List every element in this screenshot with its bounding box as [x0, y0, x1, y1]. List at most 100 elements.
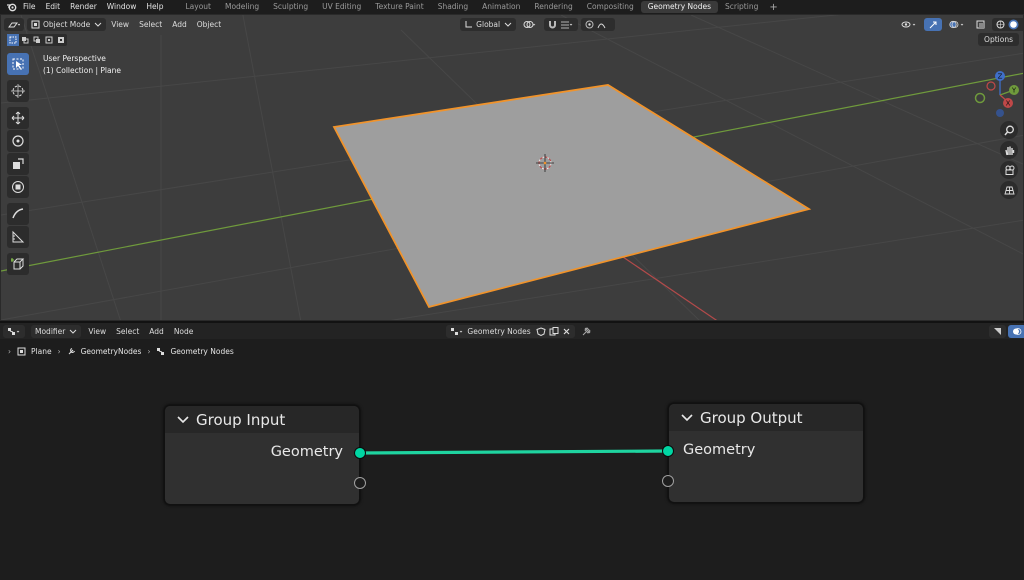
xray-toggle-button[interactable]: [972, 18, 989, 31]
pan-button[interactable]: [1000, 141, 1018, 159]
viewport-menu-object[interactable]: Object: [192, 20, 226, 29]
breadcrumb-object[interactable]: Plane: [17, 347, 52, 356]
group-input-geometry-socket[interactable]: [354, 447, 366, 459]
select-mode-buttons: [7, 34, 67, 46]
tab-uv-editing[interactable]: UV Editing: [315, 1, 368, 13]
select-new-icon[interactable]: [7, 34, 19, 46]
group-input-empty-socket[interactable]: [354, 477, 366, 489]
group-input-header[interactable]: Group Input: [165, 406, 359, 433]
select-intersect-icon[interactable]: [55, 34, 67, 46]
node-group-name: Geometry Nodes: [467, 326, 531, 336]
tab-geometry-nodes[interactable]: Geometry Nodes: [640, 1, 718, 13]
add-workspace-button[interactable]: +: [765, 2, 781, 13]
visibility-button[interactable]: [897, 18, 921, 31]
rotate-icon: [12, 135, 24, 147]
node-menu-node[interactable]: Node: [169, 327, 199, 336]
object-mode-icon: [31, 20, 40, 28]
zoom-button[interactable]: [1000, 121, 1018, 139]
geometry-link[interactable]: [358, 449, 669, 455]
3d-cursor-tool-icon: [11, 84, 25, 98]
fake-user-shield-icon[interactable]: [536, 326, 546, 336]
scale-icon: [13, 158, 24, 169]
object-mode-dropdown[interactable]: Object Mode: [27, 17, 107, 31]
node-overlays-toggle[interactable]: [988, 324, 1006, 338]
group-output-header[interactable]: Group Output: [669, 404, 863, 431]
group-input-node[interactable]: Group Input Geometry: [164, 405, 366, 505]
gizmo-toggle-button[interactable]: [924, 17, 943, 31]
tab-scripting[interactable]: Scripting: [718, 1, 765, 13]
breadcrumb-node-group[interactable]: Geometry Nodes: [156, 347, 234, 356]
rotate-tool[interactable]: [7, 130, 29, 152]
measure-tool[interactable]: [7, 226, 29, 248]
node-overlays-button[interactable]: [1007, 324, 1024, 338]
menu-render[interactable]: Render: [65, 0, 102, 14]
add-cube-tool[interactable]: [7, 253, 29, 275]
node-editor-type-button[interactable]: [3, 324, 25, 338]
node-group-selector[interactable]: Geometry Nodes: [446, 324, 575, 338]
geometry-nodes-context-dropdown[interactable]: Modifier: [31, 324, 82, 338]
tab-texture-paint[interactable]: Texture Paint: [368, 1, 430, 13]
plane-object[interactable]: [332, 84, 812, 309]
menu-file[interactable]: File: [18, 0, 41, 14]
viewport-menu-view[interactable]: View: [106, 20, 134, 29]
group-output-geometry-socket[interactable]: [662, 445, 674, 457]
pin-button[interactable]: [578, 325, 595, 338]
annotate-tool[interactable]: [7, 203, 29, 225]
tab-rendering[interactable]: Rendering: [527, 1, 579, 13]
overlays-button[interactable]: [945, 18, 969, 31]
solid-shading-icon[interactable]: [1008, 19, 1019, 30]
menu-edit[interactable]: Edit: [41, 0, 66, 14]
node-tree-icon: [157, 348, 165, 355]
geometry-node-editor[interactable]: Modifier View Select Add Node Geometry N…: [0, 323, 1024, 580]
3d-viewport[interactable]: Object Mode View Select Add Object Globa…: [0, 14, 1024, 321]
transform-orientation-dropdown[interactable]: Global: [460, 17, 517, 31]
select-invert-icon[interactable]: [43, 34, 55, 46]
editor-type-button[interactable]: [4, 17, 24, 31]
select-extend-icon[interactable]: [19, 34, 31, 46]
tab-compositing[interactable]: Compositing: [580, 1, 641, 13]
group-output-node[interactable]: Group Output Geometry: [662, 403, 864, 503]
blender-logo-icon[interactable]: [4, 0, 18, 14]
options-dropdown[interactable]: Options: [978, 33, 1019, 46]
collapse-chevron-icon[interactable]: [681, 413, 693, 422]
viewport-menu-add[interactable]: Add: [167, 20, 192, 29]
camera-icon: [1005, 165, 1014, 175]
breadcrumb-modifier[interactable]: GeometryNodes: [67, 347, 142, 356]
navigation-gizmo[interactable]: Z Y X: [963, 65, 1023, 125]
chevron-down-icon: [504, 22, 512, 27]
tab-modeling[interactable]: Modeling: [218, 1, 266, 13]
menu-help[interactable]: Help: [141, 0, 168, 14]
pivot-point-button[interactable]: [519, 18, 541, 31]
node-menu-select[interactable]: Select: [111, 327, 144, 336]
scale-tool[interactable]: [7, 153, 29, 175]
transform-tool[interactable]: [7, 176, 29, 198]
pin-icon: [582, 326, 591, 335]
wireframe-shading-icon[interactable]: [996, 20, 1005, 29]
viewport-scene: [1, 15, 1023, 320]
tab-sculpting[interactable]: Sculpting: [266, 1, 315, 13]
breadcrumb-modifier-label: GeometryNodes: [80, 347, 142, 356]
add-cube-icon: [11, 258, 25, 270]
duplicate-icon[interactable]: [549, 326, 559, 336]
select-box-tool[interactable]: [7, 53, 29, 75]
menu-window[interactable]: Window: [102, 0, 142, 14]
tab-animation[interactable]: Animation: [475, 1, 527, 13]
perspective-toggle-button[interactable]: [1000, 181, 1018, 199]
cursor-tool[interactable]: [7, 80, 29, 102]
tab-layout[interactable]: Layout: [178, 1, 218, 13]
move-tool[interactable]: [7, 107, 29, 129]
tab-shading[interactable]: Shading: [431, 1, 475, 13]
proportional-editing-button[interactable]: [581, 17, 616, 31]
snapping-button[interactable]: [544, 17, 579, 31]
node-menu-view[interactable]: View: [83, 327, 111, 336]
viewport-menu-select[interactable]: Select: [134, 20, 167, 29]
select-subtract-icon[interactable]: [31, 34, 43, 46]
collapse-chevron-icon[interactable]: [177, 415, 189, 424]
node-menu-add[interactable]: Add: [144, 327, 169, 336]
group-output-empty-socket[interactable]: [662, 475, 674, 487]
close-icon[interactable]: [562, 327, 571, 336]
top-menu-bar: File Edit Render Window Help Layout Mode…: [0, 0, 1024, 14]
axis-gizmo-icon[interactable]: Z Y X: [963, 65, 1023, 125]
pivot-icon: [523, 20, 536, 28]
camera-view-button[interactable]: [1000, 161, 1018, 179]
